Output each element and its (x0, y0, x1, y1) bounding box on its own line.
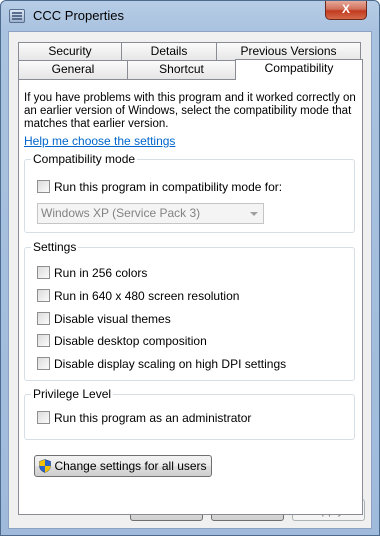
setting-label: Disable desktop composition (54, 333, 207, 348)
setting-disable-visual-themes[interactable]: Disable visual themes (37, 311, 171, 326)
setting-256-colors[interactable]: Run in 256 colors (37, 265, 147, 280)
chevron-down-icon (250, 212, 258, 216)
setting-label: Disable visual themes (54, 311, 171, 326)
compat-mode-label: Compatibility mode (31, 152, 138, 166)
help-link[interactable]: Help me choose the settings (24, 134, 175, 148)
tab-shortcut[interactable]: Shortcut (127, 60, 236, 79)
change-settings-all-users-button[interactable]: Change settings for all users (34, 455, 212, 477)
compat-mode-checkbox-label: Run this program in compatibility mode f… (54, 179, 283, 194)
settings-label: Settings (31, 240, 79, 254)
checkbox[interactable] (37, 289, 50, 302)
checkbox[interactable] (37, 312, 50, 325)
window-title: CCC Properties (33, 8, 125, 23)
os-version-value: Windows XP (Service Pack 3) (41, 206, 201, 220)
close-button[interactable]: X (325, 1, 367, 20)
tab-compatibility[interactable]: Compatibility (235, 59, 363, 80)
intro-text: If you have problems with this program a… (24, 92, 356, 130)
properties-window: CCC Properties X Security Details Previo… (0, 0, 380, 536)
compatibility-panel: If you have problems with this program a… (18, 79, 363, 515)
setting-label: Run in 256 colors (54, 265, 148, 280)
checkbox[interactable] (37, 357, 50, 370)
run-as-admin-checkbox[interactable] (37, 411, 50, 424)
compat-mode-group: Compatibility mode Run this program in c… (24, 152, 355, 233)
settings-group: Settings Run in 256 colors Run in 640 x … (24, 240, 355, 381)
compat-mode-option[interactable]: Run this program in compatibility mode f… (37, 179, 282, 194)
tab-details[interactable]: Details (121, 42, 217, 61)
run-as-admin-label: Run this program as an administrator (54, 410, 252, 425)
tab-general[interactable]: General (18, 60, 128, 79)
compat-mode-checkbox[interactable] (37, 180, 50, 193)
checkbox[interactable] (37, 266, 50, 279)
os-version-select[interactable]: Windows XP (Service Pack 3) (37, 203, 264, 224)
change-settings-label: Change settings for all users (54, 459, 207, 473)
tab-security[interactable]: Security (18, 42, 122, 61)
setting-label: Run in 640 x 480 screen resolution (54, 288, 240, 303)
privilege-label: Privilege Level (31, 387, 114, 401)
title-bar[interactable]: CCC Properties X (1, 1, 379, 31)
setting-disable-dpi-scaling[interactable]: Disable display scaling on high DPI sett… (37, 356, 286, 371)
checkbox[interactable] (37, 334, 50, 347)
dialog-client: Security Details Previous Versions Gener… (8, 31, 372, 529)
privilege-group: Privilege Level Run this program as an a… (24, 387, 355, 440)
app-icon (9, 9, 25, 23)
run-as-admin-option[interactable]: Run this program as an administrator (37, 410, 251, 425)
uac-shield-icon (39, 459, 52, 473)
setting-640x480[interactable]: Run in 640 x 480 screen resolution (37, 288, 239, 303)
setting-disable-desktop-composition[interactable]: Disable desktop composition (37, 333, 207, 348)
setting-label: Disable display scaling on high DPI sett… (54, 356, 287, 371)
